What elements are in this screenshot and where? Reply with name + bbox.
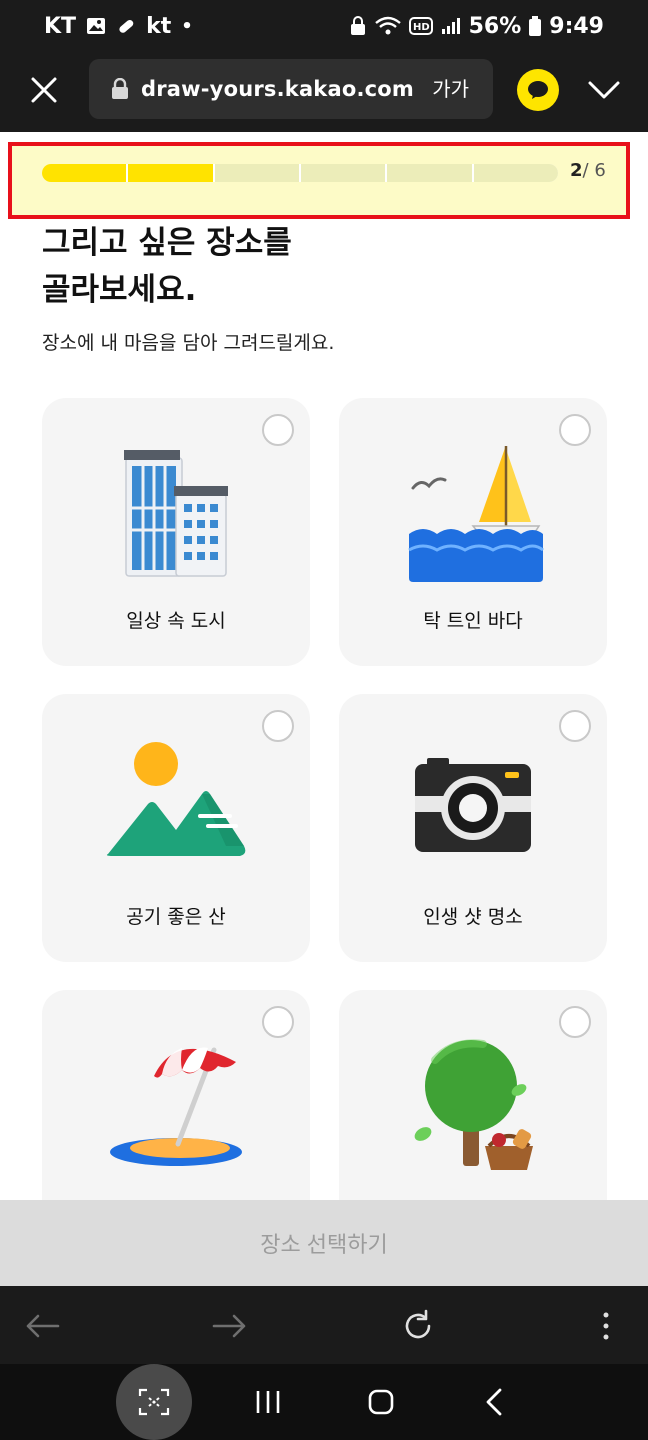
status-right: HD 56% 9:49 — [349, 14, 604, 39]
page-title: 그리고 싶은 장소를 골라보세요. — [42, 225, 292, 308]
select-radio[interactable] — [559, 414, 591, 446]
select-radio[interactable] — [262, 414, 294, 446]
system-back-button[interactable] — [474, 1382, 514, 1422]
status-bar: KT kt • HD 56% 9:49 — [0, 0, 648, 52]
select-radio[interactable] — [559, 1006, 591, 1038]
chevron-left-icon — [486, 1388, 502, 1416]
lock-icon — [112, 78, 128, 99]
sea-sailboat-icon — [408, 446, 544, 582]
kakao-talk-button[interactable] — [517, 69, 559, 111]
progress-total: / 6 — [582, 160, 606, 181]
browser-toolbar: draw-yours.kakao.com 가가 — [0, 52, 648, 132]
battery-percent: 56% — [468, 13, 522, 39]
close-button[interactable] — [22, 68, 66, 112]
carrier2-label: kt — [146, 13, 172, 39]
dot-icon: • — [181, 15, 193, 37]
back-button[interactable] — [22, 1306, 62, 1346]
gallery-icon — [87, 18, 106, 34]
progress-segment — [387, 164, 472, 182]
recent-apps-button[interactable] — [248, 1382, 288, 1422]
place-label: 탁 트인 바다 — [423, 610, 523, 632]
progress-bar — [42, 164, 558, 182]
url-text: draw-yours.kakao.com — [141, 77, 415, 101]
progress-segment — [473, 164, 558, 182]
page-subtitle: 장소에 내 마음을 담아 그려드릴게요. — [42, 332, 335, 354]
camera-icon — [415, 758, 531, 852]
battery-icon — [529, 16, 542, 36]
mountain-sun-icon — [106, 742, 246, 856]
arrow-left-icon — [26, 1314, 60, 1338]
refresh-icon — [405, 1309, 431, 1339]
progress-segment — [128, 164, 213, 182]
capture-icon — [138, 1388, 170, 1416]
lock-badge-icon — [350, 16, 365, 35]
address-bar[interactable]: draw-yours.kakao.com 가가 — [89, 59, 493, 119]
place-label: 공기 좋은 산 — [126, 906, 226, 928]
hd-icon: HD — [408, 17, 433, 35]
place-card-mountain[interactable]: 공기 좋은 산 — [42, 694, 310, 962]
more-menu-button[interactable] — [586, 72, 622, 108]
svg-text:HD: HD — [413, 22, 430, 33]
place-card-sea[interactable]: 탁 트인 바다 — [339, 398, 607, 666]
speech-bubble-icon — [528, 81, 548, 99]
place-card-photo-spot[interactable]: 인생 샷 명소 — [339, 694, 607, 962]
forward-button[interactable] — [210, 1306, 250, 1346]
place-label: 일상 속 도시 — [126, 610, 226, 632]
signal-icon — [441, 18, 460, 34]
screen: KT kt • HD 56% 9:49 draw-yours.kakao.com… — [0, 0, 648, 1440]
city-buildings-icon — [124, 450, 228, 577]
tree-picnic-icon — [414, 1039, 533, 1170]
screen-capture-button[interactable] — [116, 1364, 192, 1440]
arrow-right-icon — [212, 1314, 246, 1338]
progress-section: 2/ 6 — [8, 142, 630, 219]
home-icon — [368, 1389, 394, 1415]
recents-icon — [256, 1391, 280, 1413]
progress-counter: 2/ 6 — [570, 160, 606, 181]
text-size-button[interactable]: 가가 — [432, 73, 469, 102]
chevron-down-icon — [588, 81, 620, 99]
progress-current: 2 — [570, 160, 583, 181]
more-vertical-icon — [603, 1312, 609, 1340]
beach-umbrella-icon — [110, 1047, 242, 1166]
clock: 9:49 — [549, 13, 604, 39]
browser-bottom-bar — [0, 1286, 648, 1364]
progress-segment — [214, 164, 299, 182]
pill-icon — [119, 19, 134, 33]
reload-button[interactable] — [398, 1306, 438, 1346]
select-place-button[interactable]: 장소 선택하기 — [0, 1200, 648, 1286]
progress-segment — [300, 164, 386, 182]
home-button[interactable] — [361, 1382, 401, 1422]
carrier-label: KT — [44, 13, 77, 39]
place-label: 인생 샷 명소 — [423, 906, 523, 928]
close-icon — [31, 77, 57, 103]
progress-segment — [42, 164, 127, 182]
wifi-icon — [374, 16, 401, 35]
place-card-city[interactable]: 일상 속 도시 — [42, 398, 310, 666]
status-left: KT kt • — [44, 14, 193, 39]
select-radio[interactable] — [559, 710, 591, 742]
system-navigation-bar — [0, 1364, 648, 1440]
overflow-menu-button[interactable] — [586, 1306, 626, 1346]
select-radio[interactable] — [262, 710, 294, 742]
select-radio[interactable] — [262, 1006, 294, 1038]
